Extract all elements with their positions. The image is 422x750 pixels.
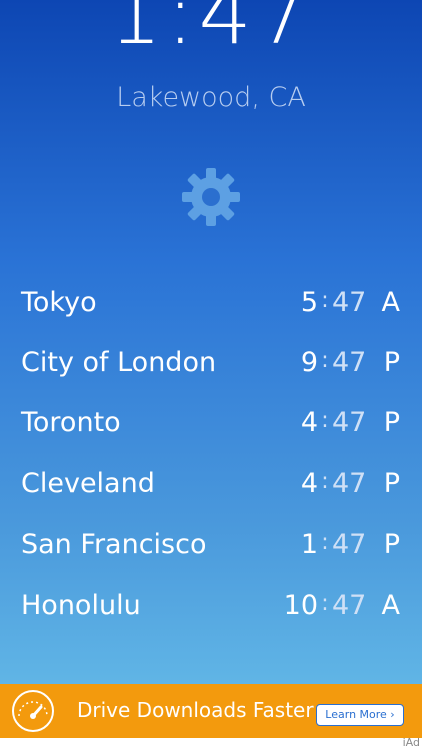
city-minute: 47 [332, 286, 367, 318]
city-hour: 5 [300, 286, 318, 318]
city-hour: 4 [300, 406, 318, 438]
time-separator: : [321, 530, 329, 555]
ad-text: Drive Downloads Faster [77, 698, 314, 722]
list-item[interactable]: San Francisco 1 : 47 P [21, 514, 400, 574]
city-ampm: P [383, 406, 400, 438]
city-name: Tokyo [21, 286, 97, 318]
list-item[interactable]: Cleveland 4 : 47 P [21, 453, 400, 513]
gear-icon[interactable] [180, 166, 242, 228]
city-minute: 47 [332, 467, 367, 499]
city-name: City of London [21, 346, 217, 378]
city-ampm: P [383, 528, 400, 560]
time-separator: : [321, 408, 329, 433]
list-item[interactable]: Tokyo 5 : 47 A [21, 272, 400, 332]
city-minute: 47 [332, 346, 367, 378]
list-item[interactable]: Toronto 4 : 47 P [21, 392, 400, 452]
city-minute: 47 [332, 589, 367, 621]
city-hour: 9 [300, 346, 318, 378]
city-hour: 4 [300, 467, 318, 499]
city-name: Cleveland [21, 467, 155, 499]
main-clock-time: 1:47 [108, 0, 314, 63]
location-label: Lakewood, CA [116, 82, 306, 113]
city-name: San Francisco [21, 528, 207, 560]
city-minute: 47 [332, 406, 367, 438]
time-separator: : [321, 348, 329, 373]
city-ampm: P [383, 467, 400, 499]
city-hour: 10 [283, 589, 318, 621]
learn-more-button[interactable]: Learn More › [316, 704, 404, 726]
city-hour: 1 [300, 528, 318, 560]
city-name: Honolulu [21, 589, 141, 621]
city-ampm: A [381, 589, 400, 621]
city-minute: 47 [332, 528, 367, 560]
time-separator: : [321, 288, 329, 313]
time-separator: : [321, 591, 329, 616]
iad-bar [0, 738, 422, 750]
iad-badge: iAd [402, 736, 420, 749]
city-ampm: A [381, 286, 400, 318]
city-ampm: P [383, 346, 400, 378]
ad-banner[interactable]: Drive Downloads Faster Learn More › [0, 684, 422, 738]
list-item[interactable]: Honolulu 10 : 47 A [21, 575, 400, 635]
time-separator: : [321, 469, 329, 494]
speedometer-icon [10, 688, 56, 734]
list-item[interactable]: City of London 9 : 47 P [21, 332, 400, 392]
city-name: Toronto [21, 406, 121, 438]
